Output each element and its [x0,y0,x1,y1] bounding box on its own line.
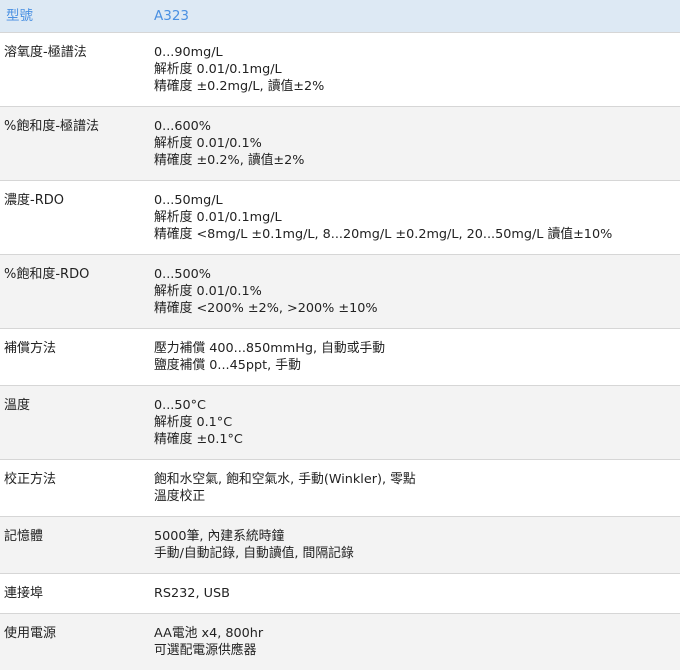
spec-label: %飽和度-RDO [0,255,147,329]
spec-row-saturation-rdo: %飽和度-RDO 0...500% 解析度 0.01/0.1% 精確度 <200… [0,255,680,329]
spec-line: 解析度 0.01/0.1mg/L [154,209,680,226]
spec-line: 0...500% [154,266,680,283]
spec-line: 溫度校正 [154,488,680,505]
spec-row-power: 使用電源 AA電池 x4, 800hr 可選配電源供應器 [0,614,680,670]
spec-line: 精確度 ±0.2mg/L, 讀值±2% [154,78,680,95]
spec-line: 精確度 ±0.1°C [154,431,680,448]
spec-row-compensation: 補償方法 壓力補償 400...850mmHg, 自動或手動 鹽度補償 0...… [0,329,680,386]
spec-label: 補償方法 [0,329,147,386]
spec-label: 校正方法 [0,460,147,517]
spec-line: 0...50°C [154,397,680,414]
spec-line: 5000筆, 內建系統時鐘 [154,528,680,545]
spec-row-memory: 記憶體 5000筆, 內建系統時鐘 手動/自動記錄, 自動讀值, 間隔記錄 [0,517,680,574]
spec-row-concentration-rdo: 濃度-RDO 0...50mg/L 解析度 0.01/0.1mg/L 精確度 <… [0,181,680,255]
spec-row-temperature: 溫度 0...50°C 解析度 0.1°C 精確度 ±0.1°C [0,386,680,460]
header-row: 型號 A323 [0,0,680,33]
spec-line: 精確度 <200% ±2%, >200% ±10% [154,300,680,317]
spec-line: 手動/自動記錄, 自動讀值, 間隔記錄 [154,545,680,562]
spec-line: 0...600% [154,118,680,135]
spec-label: 溶氧度-極譜法 [0,33,147,107]
spec-row-calibration: 校正方法 飽和水空氣, 飽和空氣水, 手動(Winkler), 零點 溫度校正 [0,460,680,517]
spec-line: 解析度 0.1°C [154,414,680,431]
spec-row-ports: 連接埠 RS232, USB [0,574,680,614]
spec-value: 0...500% 解析度 0.01/0.1% 精確度 <200% ±2%, >2… [147,255,680,329]
header-label: 型號 [0,0,147,33]
spec-line: 解析度 0.01/0.1% [154,135,680,152]
spec-value: 5000筆, 內建系統時鐘 手動/自動記錄, 自動讀值, 間隔記錄 [147,517,680,574]
spec-line: 鹽度補償 0...45ppt, 手動 [154,357,680,374]
spec-value: 0...50°C 解析度 0.1°C 精確度 ±0.1°C [147,386,680,460]
spec-label: %飽和度-極譜法 [0,107,147,181]
spec-value: 0...50mg/L 解析度 0.01/0.1mg/L 精確度 <8mg/L ±… [147,181,680,255]
spec-line: 精確度 <8mg/L ±0.1mg/L, 8...20mg/L ±0.2mg/L… [154,226,680,243]
spec-line: 精確度 ±0.2%, 讀值±2% [154,152,680,169]
spec-value: 0...600% 解析度 0.01/0.1% 精確度 ±0.2%, 讀值±2% [147,107,680,181]
spec-label: 記憶體 [0,517,147,574]
spec-line: 可選配電源供應器 [154,642,680,659]
spec-line: AA電池 x4, 800hr [154,625,680,642]
spec-value: 0...90mg/L 解析度 0.01/0.1mg/L 精確度 ±0.2mg/L… [147,33,680,107]
spec-value: AA電池 x4, 800hr 可選配電源供應器 [147,614,680,670]
spec-label: 連接埠 [0,574,147,614]
spec-line: 解析度 0.01/0.1% [154,283,680,300]
spec-value: 飽和水空氣, 飽和空氣水, 手動(Winkler), 零點 溫度校正 [147,460,680,517]
spec-line: 解析度 0.01/0.1mg/L [154,61,680,78]
spec-label: 使用電源 [0,614,147,670]
spec-label: 溫度 [0,386,147,460]
model-number: A323 [147,0,680,33]
spec-line: 飽和水空氣, 飽和空氣水, 手動(Winkler), 零點 [154,471,680,488]
spec-label: 濃度-RDO [0,181,147,255]
spec-row-saturation-polarographic: %飽和度-極譜法 0...600% 解析度 0.01/0.1% 精確度 ±0.2… [0,107,680,181]
spec-value: 壓力補償 400...850mmHg, 自動或手動 鹽度補償 0...45ppt… [147,329,680,386]
spec-line: 壓力補償 400...850mmHg, 自動或手動 [154,340,680,357]
spec-row-do-polarographic: 溶氧度-極譜法 0...90mg/L 解析度 0.01/0.1mg/L 精確度 … [0,33,680,107]
spec-value: RS232, USB [147,574,680,614]
spec-line: 0...90mg/L [154,44,680,61]
spec-line: RS232, USB [154,585,680,602]
spec-table: 型號 A323 溶氧度-極譜法 0...90mg/L 解析度 0.01/0.1m… [0,0,680,670]
spec-line: 0...50mg/L [154,192,680,209]
